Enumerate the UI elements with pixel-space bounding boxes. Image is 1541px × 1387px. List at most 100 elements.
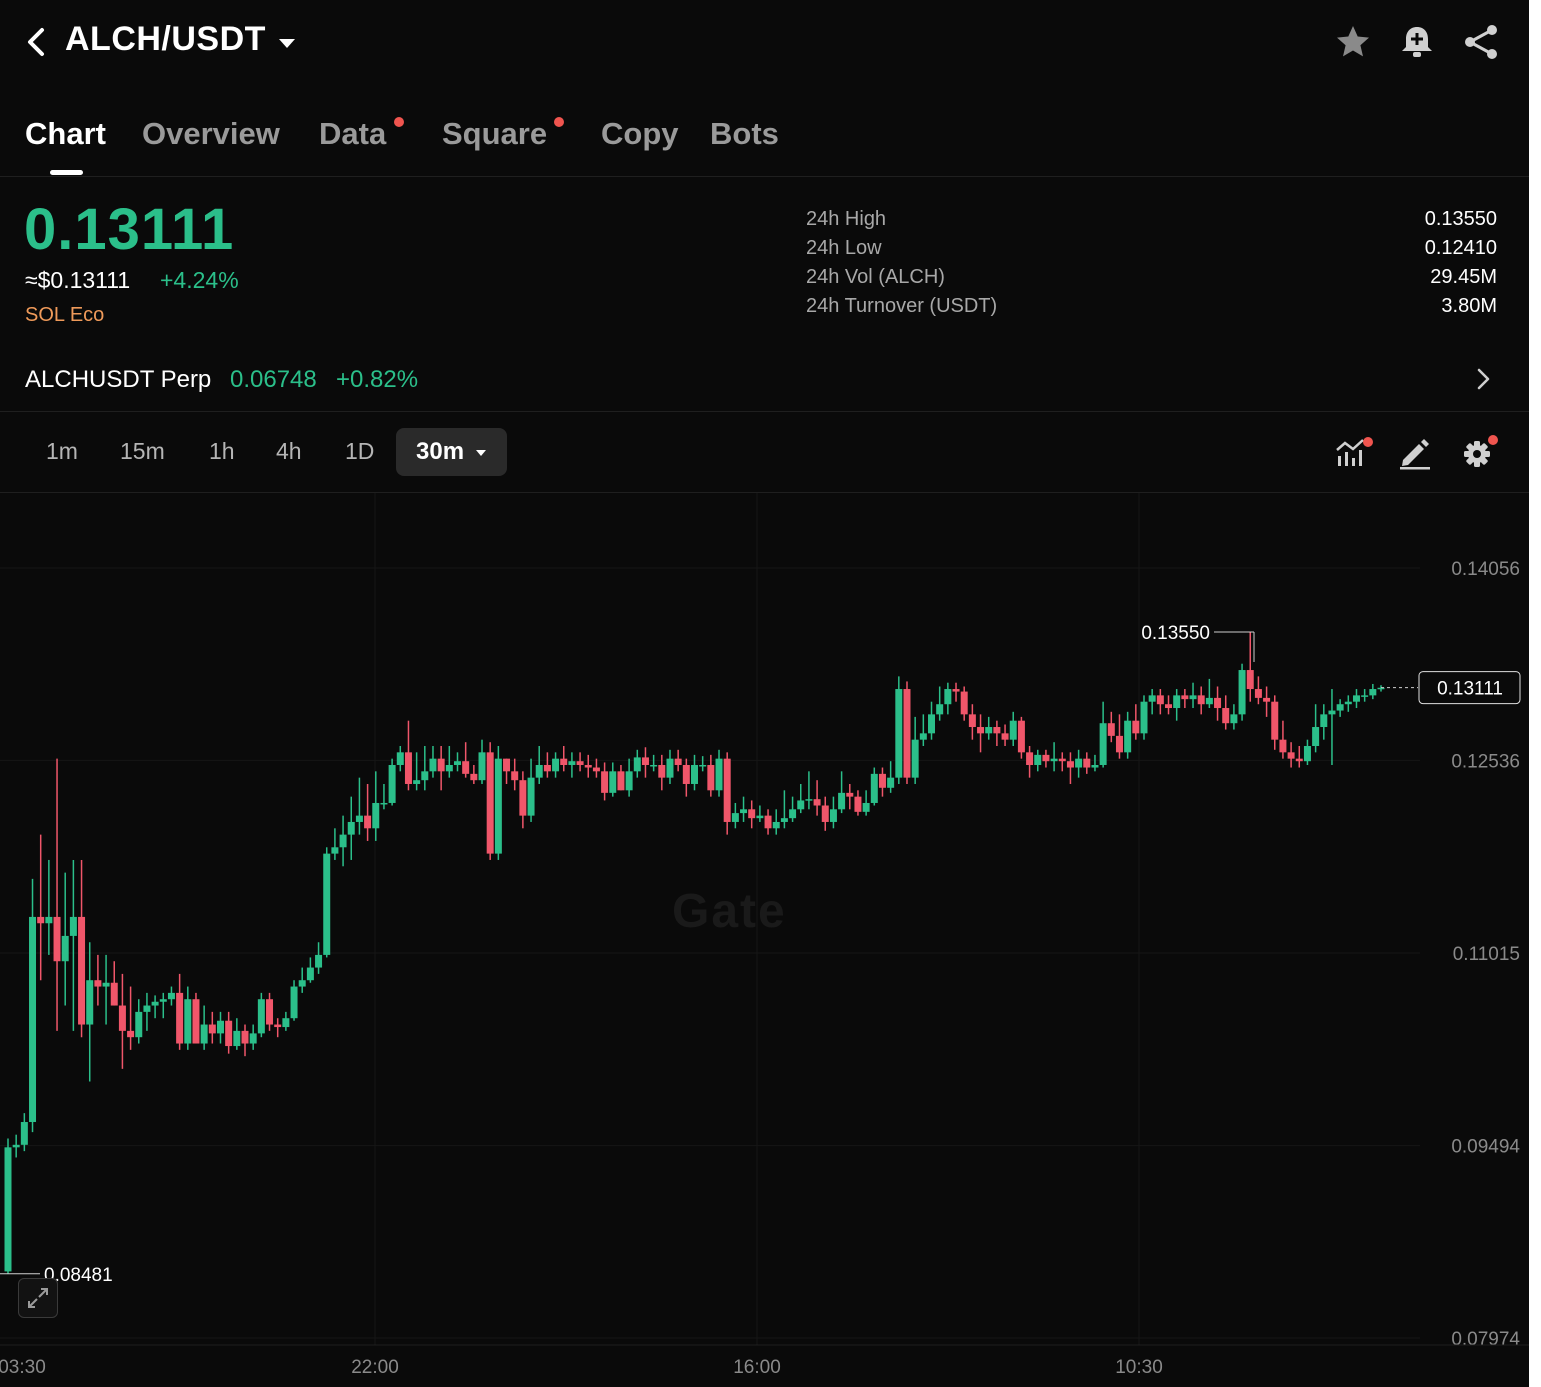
candle-body: [789, 809, 797, 819]
candle-body: [404, 752, 412, 784]
candle-body: [347, 821, 355, 835]
candle-body: [731, 813, 739, 822]
candle-body: [609, 771, 617, 793]
stat-value-volume: 29.45M: [1430, 266, 1497, 288]
candle-body: [118, 1005, 126, 1031]
candle-body: [829, 809, 837, 822]
candle-body: [944, 689, 952, 705]
y-axis-label: 0.12536: [1451, 751, 1520, 772]
candle-body: [936, 704, 944, 715]
tab-data[interactable]: Data: [319, 116, 386, 152]
candle-body: [1344, 701, 1352, 705]
candle-body: [928, 714, 936, 734]
candlestick-chart[interactable]: 0.14056 0.12536 0.11015 0.09494 0.07974 03:30…: [0, 493, 1529, 1383]
share-icon[interactable]: [1461, 22, 1501, 62]
candle-body: [1271, 701, 1279, 740]
tab-chart[interactable]: Chart: [25, 116, 106, 152]
interval-1d[interactable]: 1D: [345, 438, 374, 465]
active-tab-indicator: [50, 170, 83, 175]
candle-body: [159, 999, 167, 1002]
settings-gear-icon[interactable]: [1458, 432, 1498, 472]
candle-body: [1263, 697, 1271, 702]
active-interval-label[interactable]: 30m: [416, 438, 464, 466]
candle-body: [625, 771, 633, 791]
candle-body: [151, 1001, 159, 1006]
candle-body: [12, 1144, 20, 1148]
candle-body: [772, 821, 780, 829]
candle-body: [756, 815, 764, 819]
y-axis-label: 0.11015: [1453, 944, 1520, 965]
interval-15m[interactable]: 15m: [120, 438, 165, 465]
candle-body: [421, 771, 429, 781]
tab-copy[interactable]: Copy: [601, 116, 679, 152]
bell-plus-icon[interactable]: [1397, 22, 1437, 62]
x-axis-label: 03:30: [0, 1357, 46, 1378]
candle-body: [470, 773, 478, 781]
candle-body: [257, 999, 265, 1034]
candle-body: [740, 809, 748, 814]
candle-body: [1279, 739, 1287, 753]
candle-body: [993, 727, 1001, 734]
candle-body: [331, 847, 339, 854]
candle-body: [1336, 704, 1344, 711]
stat-label-turnover: 24h Turnover (USDT): [806, 295, 998, 317]
candle-body: [543, 764, 551, 772]
candle-body: [274, 1024, 282, 1028]
candle-body: [1181, 695, 1189, 700]
chevron-right-icon[interactable]: [1470, 364, 1496, 394]
candle-body: [1050, 758, 1058, 762]
candle-body: [1132, 720, 1140, 734]
candle-body: [396, 752, 404, 765]
caret-down-icon[interactable]: [474, 446, 488, 460]
draw-pencil-icon[interactable]: [1395, 432, 1435, 472]
stat-label-low: 24h Low: [806, 237, 882, 259]
star-icon[interactable]: [1333, 22, 1373, 62]
candle-body: [1303, 746, 1311, 762]
indicators-icon[interactable]: [1333, 432, 1373, 472]
candle-body: [1091, 764, 1099, 768]
tab-data-notification-dot: [394, 117, 404, 127]
candle-body: [45, 916, 53, 924]
candle-body: [233, 1030, 241, 1047]
candle-body: [1352, 695, 1360, 702]
candle-body: [887, 777, 895, 788]
candle-body: [453, 761, 461, 765]
back-arrow-icon[interactable]: [22, 22, 52, 62]
tab-overview[interactable]: Overview: [142, 116, 280, 152]
perp-name[interactable]: ALCHUSDT Perp: [25, 366, 211, 394]
candle-body: [813, 799, 821, 806]
perp-change: +0.82%: [336, 366, 419, 393]
candle-body: [315, 954, 323, 968]
candle-body: [617, 771, 625, 791]
expand-chart-button[interactable]: [18, 1278, 58, 1318]
candle-body: [78, 916, 86, 1025]
candle-body: [486, 752, 494, 854]
interval-1m[interactable]: 1m: [46, 438, 78, 465]
ecosystem-tag[interactable]: SOL Eco: [25, 304, 104, 327]
candle-body: [952, 689, 960, 692]
candle-body: [723, 758, 731, 822]
candle-body: [1238, 670, 1246, 715]
candle-body: [1115, 735, 1123, 753]
interval-4h[interactable]: 4h: [276, 438, 302, 465]
tab-square[interactable]: Square: [442, 116, 547, 152]
pair-title[interactable]: ALCH/USDT: [65, 20, 266, 59]
caret-down-icon[interactable]: [276, 28, 298, 58]
candle-body: [821, 805, 829, 822]
candle-body: [445, 764, 453, 772]
tab-square-notification-dot: [554, 117, 564, 127]
candle-body: [1083, 758, 1091, 768]
candle-body: [216, 1020, 224, 1034]
candle-body: [200, 1024, 208, 1044]
candle-body: [1017, 720, 1025, 753]
last-price: 0.13111: [24, 197, 235, 262]
candle-body: [1205, 697, 1213, 705]
interval-1h[interactable]: 1h: [209, 438, 235, 465]
candle-body: [94, 980, 102, 987]
candle-body: [568, 761, 576, 765]
candle-body: [715, 758, 723, 791]
tab-bots[interactable]: Bots: [710, 116, 779, 152]
candle-body: [1222, 708, 1230, 724]
candle-body: [69, 916, 77, 936]
candle-body: [1214, 697, 1222, 709]
